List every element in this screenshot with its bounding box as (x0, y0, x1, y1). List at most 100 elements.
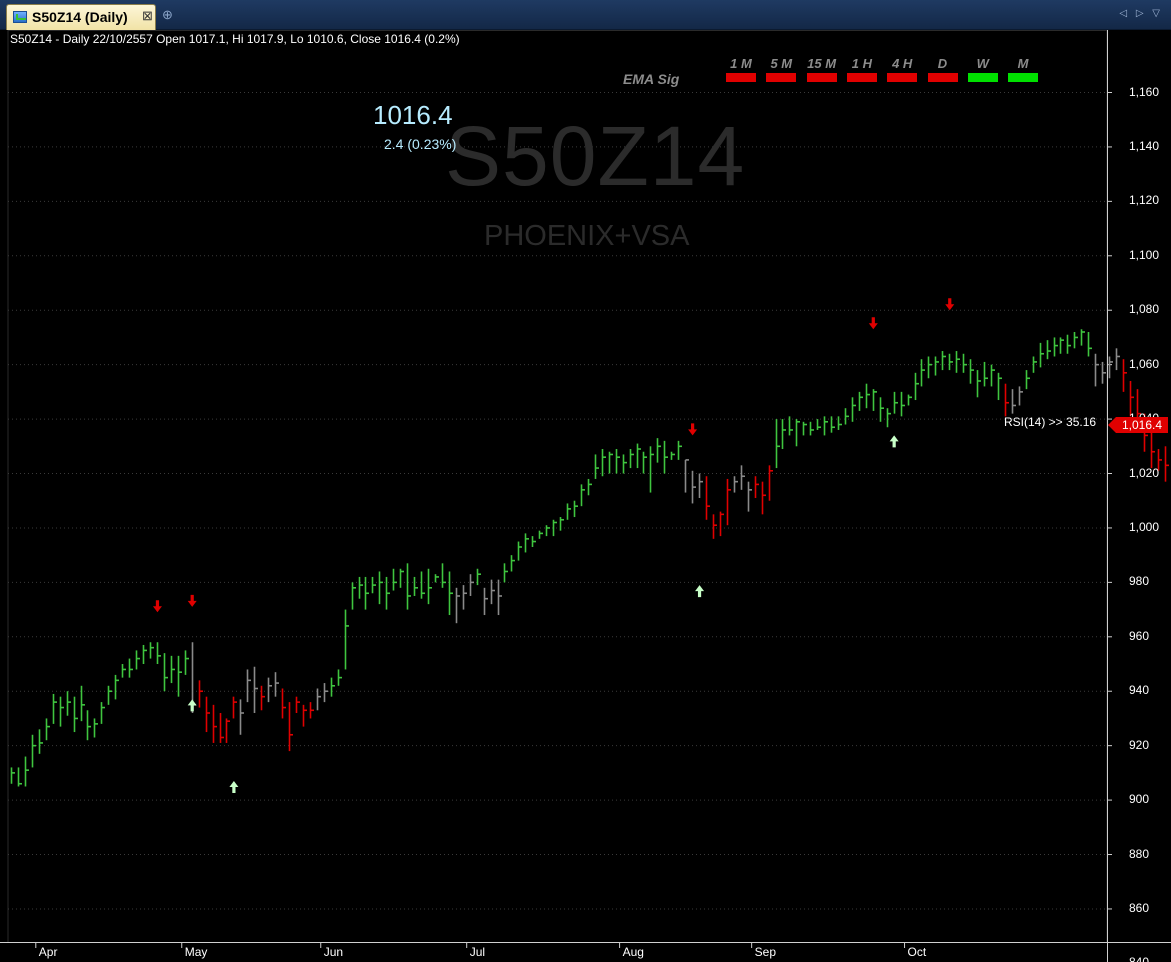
ohlc-bar (309, 702, 314, 719)
ohlc-bar (816, 419, 821, 430)
ohlc-bar (406, 563, 411, 610)
ohlc-bar (955, 351, 960, 373)
ohlc-bar (177, 655, 182, 697)
ohlc-bar (198, 680, 203, 708)
ohlc-bar (156, 642, 161, 665)
ohlc-bar (330, 677, 335, 697)
last-price: 1016.4 (373, 100, 453, 130)
sell-signal-arrow-icon (152, 600, 162, 613)
ohlc-bar (469, 574, 474, 596)
x-tick-label: Oct (907, 945, 927, 959)
ohlc-bar (837, 416, 842, 430)
ohlc-bar (733, 476, 738, 493)
ema-signal-box (887, 73, 918, 82)
ohlc-bar (670, 451, 675, 460)
ema-signal-box (766, 73, 797, 82)
ohlc-bar (1018, 386, 1023, 406)
ohlc-bar (184, 650, 189, 675)
ohlc-bar (990, 364, 995, 387)
tab-scroll-arrows-icon[interactable]: ◁ ▷ ▽ (1119, 8, 1163, 19)
ema-timeframe-label: W (976, 56, 989, 71)
ohlc-bar (1004, 383, 1009, 417)
ohlc-bar (281, 688, 286, 719)
last-price-tag-text: 1,016.4 (1122, 418, 1163, 432)
ohlc-bar (128, 658, 133, 678)
ohlc-bar (594, 454, 599, 479)
y-tick-label: 1,060 (1129, 356, 1160, 371)
ohlc-bar (267, 677, 272, 703)
ohlc-bar (858, 391, 863, 411)
ema-timeframe: 15 M (806, 56, 838, 82)
chart-pane[interactable]: S50Z14 - Daily 22/10/2557 Open 1017.1, H… (0, 30, 1171, 962)
y-tick-label: 1,120 (1129, 193, 1160, 208)
y-tick-label: 920 (1129, 737, 1150, 752)
ema-timeframe: 1 M (725, 56, 757, 82)
ema-timeframe: M (1007, 56, 1039, 82)
sell-signal-arrow-icon (187, 594, 197, 607)
ema-signal-box (1008, 73, 1039, 82)
ema-timeframe-label: M (1017, 56, 1029, 71)
ohlc-bar (997, 372, 1002, 401)
ohlc-bar (142, 644, 147, 665)
ohlc-bar (531, 536, 536, 547)
ohlc-bar (524, 533, 529, 553)
ohlc-bar (642, 451, 647, 474)
sell-signal-arrow-icon (945, 298, 955, 311)
y-tick-label: 860 (1129, 900, 1150, 915)
ohlc-bar (121, 664, 126, 678)
ohlc-bar (17, 767, 22, 787)
ohlc-bar (844, 408, 849, 425)
tab-close-icon[interactable]: ⊠ (142, 8, 153, 24)
ema-timeframe: 1 H (846, 56, 878, 82)
ohlc-bar (538, 530, 543, 539)
tab-title: S50Z14 (Daily) (32, 9, 128, 25)
ohlc-bar (712, 514, 717, 539)
ohlc-bar (31, 734, 36, 768)
ohlc-bar (497, 579, 502, 616)
ohlc-bar (976, 370, 981, 398)
watermark-system: PHOENIX+VSA (484, 220, 690, 252)
ohlc-bar (1108, 356, 1113, 379)
ohlc-bar (114, 674, 119, 700)
ohlc-bar (232, 696, 237, 719)
ohlc-bar (392, 568, 397, 591)
x-tick-label: Apr (38, 945, 58, 959)
y-tick-label: 840 (1129, 955, 1149, 962)
buy-signal-arrow-icon (229, 781, 239, 794)
ohlc-bar (677, 440, 682, 460)
ema-timeframe: 5 M (765, 56, 797, 82)
ohlc-bar (66, 691, 71, 716)
ohlc-bar (378, 571, 383, 605)
ohlc-bar (656, 438, 661, 463)
y-tick-label: 1,160 (1129, 84, 1160, 99)
ohlc-bar (719, 511, 724, 537)
x-tick-label: Jun (323, 945, 344, 959)
ohlc-bar (490, 579, 495, 605)
y-tick-label: 900 (1129, 792, 1150, 807)
buy-signal-arrow-icon (187, 699, 197, 712)
ohlc-bar (399, 568, 404, 588)
ohlc-bar (566, 503, 571, 520)
ohlc-bar (358, 576, 363, 599)
ohlc-bar (1094, 353, 1099, 387)
ohlc-bar (573, 500, 578, 518)
ema-timeframe: 4 H (886, 56, 918, 82)
ohlc-bar (100, 702, 105, 724)
ema-signal-box (967, 73, 998, 82)
tab-s50z14-daily[interactable]: S50Z14 (Daily) ⊠ (6, 4, 156, 30)
ohlc-bar (212, 704, 217, 743)
ohlc-bar (1046, 340, 1051, 360)
y-tick-label: 1,000 (1129, 519, 1160, 534)
y-tick-label: 880 (1129, 846, 1150, 861)
new-tab-icon[interactable]: ⊕ (162, 7, 173, 23)
ohlc-bar (768, 465, 773, 501)
ohlc-bar (851, 397, 856, 422)
ohlc-bar (886, 408, 891, 428)
ohlc-bar (698, 473, 703, 499)
x-tick-label: Sep (754, 945, 776, 959)
y-tick-label: 1,100 (1129, 247, 1160, 262)
ohlc-bar (941, 351, 946, 371)
ohlc-bar (1122, 359, 1127, 392)
ema-signal-box (846, 73, 877, 82)
ohlc-bar (1164, 446, 1169, 482)
